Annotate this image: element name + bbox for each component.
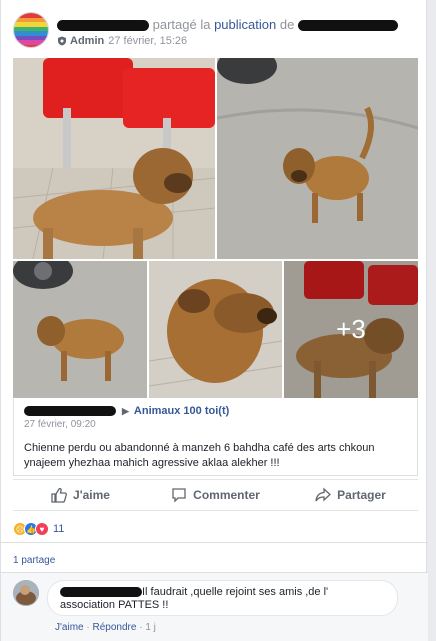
redacted-source-name[interactable]: [297, 20, 398, 32]
photo-4[interactable]: [149, 261, 282, 398]
redacted-shared-author[interactable]: [24, 406, 116, 416]
post-header-title: partagé la publication de: [57, 17, 398, 32]
redacted-author-name[interactable]: [57, 20, 149, 32]
comment-time[interactable]: 1 j: [145, 622, 156, 633]
comment-bubble: Il faudrait ,quelle rejoint ses amis ,de…: [47, 580, 398, 616]
shared-post-preview[interactable]: ▶ Animaux 100 toi(t) 27 février, 09:20 C…: [13, 399, 418, 476]
comment-button[interactable]: Commenter: [148, 480, 283, 510]
post-card: partagé la publication de Admin 27 févri…: [0, 0, 428, 641]
de-text: de: [279, 17, 295, 32]
post-actions: J'aime Commenter Partager: [13, 479, 418, 511]
photo-3[interactable]: [13, 261, 147, 398]
divider: [1, 542, 428, 543]
separator-dot: ·: [139, 622, 143, 633]
like-button[interactable]: J'aime: [13, 480, 148, 510]
shared-action-text: partagé la: [152, 17, 211, 32]
photo-grid: +3: [13, 58, 418, 398]
shared-post-timestamp[interactable]: 27 février, 09:20: [24, 419, 407, 430]
reaction-count: 11: [53, 523, 65, 535]
redacted-commenter-name[interactable]: [60, 587, 142, 598]
separator-dot: ·: [86, 622, 90, 633]
love-icon: ♥: [35, 522, 49, 536]
comment-reply-link[interactable]: Répondre: [93, 622, 137, 633]
share-count-link[interactable]: 1 partage: [13, 555, 55, 566]
post-header: partagé la publication de Admin 27 févri…: [13, 12, 418, 52]
comment-label: Commenter: [193, 488, 260, 502]
shared-arrow-icon: ▶: [122, 405, 129, 416]
shared-post-text: Chienne perdu ou abandonné à manzeh 6 ba…: [24, 442, 375, 469]
photo-1[interactable]: [13, 58, 215, 259]
post-timestamp[interactable]: 27 février, 15:26: [108, 35, 187, 47]
share-arrow-icon: [315, 487, 332, 502]
post-meta: Admin 27 février, 15:26: [57, 35, 187, 47]
admin-shield-icon: [57, 36, 67, 46]
comment-actions: J'aime · Répondre · 1 j: [55, 622, 156, 633]
comment-like-link[interactable]: J'aime: [55, 622, 84, 633]
photo-5[interactable]: +3: [284, 261, 418, 398]
photo-2[interactable]: [217, 58, 418, 259]
group-name-link[interactable]: Animaux 100 toi(t): [134, 405, 229, 417]
publication-link[interactable]: publication: [214, 17, 276, 32]
share-label: Partager: [337, 488, 386, 502]
admin-badge: Admin: [70, 35, 105, 47]
shared-source: ▶ Animaux 100 toi(t): [24, 405, 407, 417]
page-avatar[interactable]: [13, 12, 49, 48]
more-photos-overlay[interactable]: +3: [284, 261, 418, 398]
comment-icon: [172, 488, 186, 503]
commenter-avatar[interactable]: [13, 580, 39, 606]
reactions-summary[interactable]: ☹ 👍 ♥ 11: [13, 520, 64, 538]
thumbs-up-icon: [51, 487, 67, 503]
like-label: J'aime: [73, 488, 110, 502]
share-button[interactable]: Partager: [283, 480, 418, 510]
